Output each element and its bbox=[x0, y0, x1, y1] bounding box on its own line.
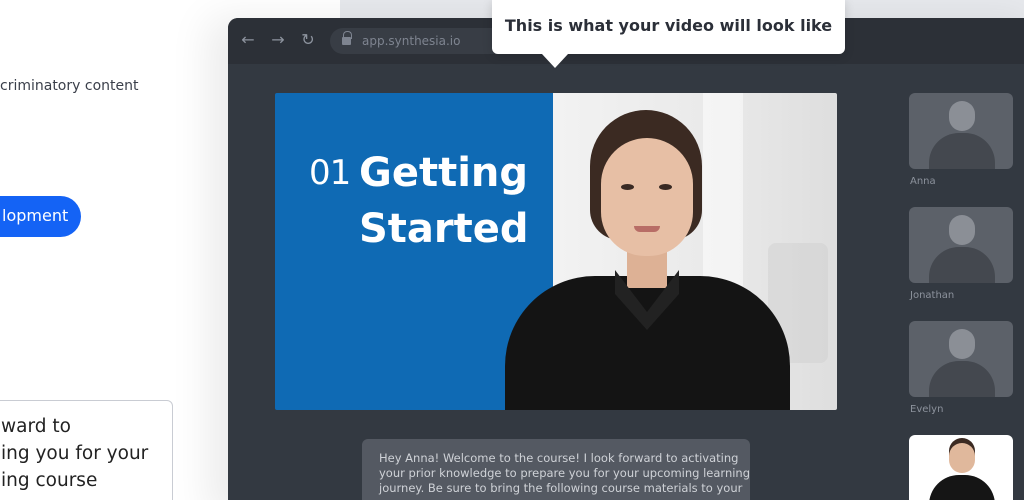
lock-icon bbox=[342, 31, 352, 46]
left-body-text: criminatory content bbox=[0, 78, 139, 94]
card-line: ing course bbox=[1, 470, 98, 491]
script-input-card[interactable]: ward to ing you for your ing course bbox=[0, 400, 173, 500]
card-line: ward to bbox=[1, 416, 71, 437]
avatar-name: Jonathan bbox=[910, 290, 955, 301]
avatar-thumbnail-body bbox=[929, 361, 995, 397]
address-text: app.synthesia.io bbox=[362, 34, 461, 48]
avatar-presenter bbox=[495, 108, 805, 410]
avatar-name: Evelyn bbox=[910, 404, 944, 415]
avatar-card-selected[interactable] bbox=[909, 435, 1013, 500]
script-line: journey. Be sure to bring the following … bbox=[379, 481, 743, 495]
avatar-thumbnail-body bbox=[929, 133, 995, 169]
avatar-name: Anna bbox=[910, 176, 936, 187]
back-arrow-icon[interactable]: ← bbox=[238, 30, 258, 50]
script-text-box[interactable]: Hey Anna! Welcome to the course! I look … bbox=[362, 439, 750, 500]
script-line: Hey Anna! Welcome to the course! I look … bbox=[379, 451, 739, 465]
avatar-card-anna[interactable] bbox=[909, 93, 1013, 169]
slide-number: 01 bbox=[309, 153, 351, 193]
presenter-eye bbox=[659, 184, 672, 190]
presenter-mouth bbox=[634, 226, 660, 232]
avatar-card-jonathan[interactable] bbox=[909, 207, 1013, 283]
presenter-face bbox=[601, 138, 693, 256]
card-line: ing you for your bbox=[1, 443, 149, 464]
category-pill-button[interactable]: lopment bbox=[0, 196, 81, 237]
avatar-thumbnail-head bbox=[949, 101, 975, 131]
avatar-thumbnail-body bbox=[929, 475, 995, 500]
avatar-thumbnail-head bbox=[949, 329, 975, 359]
avatar-card-evelyn[interactable] bbox=[909, 321, 1013, 397]
avatar-thumbnail-head bbox=[949, 443, 975, 473]
presenter-body bbox=[505, 276, 790, 410]
presenter-eye bbox=[621, 184, 634, 190]
forward-arrow-icon[interactable]: → bbox=[268, 30, 288, 50]
avatar-thumbnail-head bbox=[949, 215, 975, 245]
avatar-thumbnail-body bbox=[929, 247, 995, 283]
preview-tooltip: This is what your video will look like bbox=[492, 0, 845, 68]
video-preview[interactable]: 01 Getting Started bbox=[275, 93, 837, 410]
reload-icon[interactable]: ↻ bbox=[298, 30, 318, 50]
script-line: your prior knowledge to prepare you for … bbox=[379, 466, 751, 480]
